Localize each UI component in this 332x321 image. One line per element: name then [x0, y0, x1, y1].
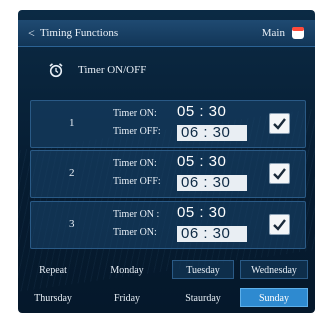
timer-enable-checkbox[interactable] — [269, 214, 290, 235]
home-icon[interactable] — [291, 26, 305, 40]
day-saturday[interactable]: Staurday — [172, 288, 234, 307]
alarm-clock-icon — [49, 63, 63, 78]
timer-on-time[interactable]: 05 : 30 — [177, 205, 249, 221]
repeat-label: Repeat — [39, 265, 67, 276]
header-bar: < Timing Functions Main — [18, 20, 315, 47]
timer-on-label: Timer ON : — [113, 209, 160, 220]
timer-on-label: Timer ON: — [113, 108, 157, 119]
timer-off-time[interactable]: 06 : 30 — [177, 226, 247, 242]
timer-on-time[interactable]: 05 : 30 — [177, 104, 249, 120]
timing-functions-panel: < Timing Functions Main Timer ON/OFF 1 T… — [18, 10, 315, 313]
timer-enable-checkbox[interactable] — [269, 163, 290, 184]
day-wednesday[interactable]: Wednesday — [240, 260, 308, 279]
day-sunday[interactable]: Sunday — [240, 288, 308, 307]
timer-enable-checkbox[interactable] — [269, 113, 290, 134]
timer-off-time[interactable]: 06 : 30 — [177, 175, 247, 191]
timer-off-label: Timer OFF: — [113, 126, 161, 137]
timer-index: 2 — [69, 167, 75, 179]
timer-index: 1 — [69, 117, 75, 129]
page-title: Timing Functions — [40, 27, 119, 39]
main-button-label[interactable]: Main — [262, 27, 285, 39]
timer-off-label: Timer OFF: — [113, 176, 161, 187]
timer-off-label: Timer ON: — [113, 227, 157, 238]
timer-row-2: 2 Timer ON: Timer OFF: 05 : 30 06 : 30 — [30, 150, 306, 198]
timer-row-3: 3 Timer ON : Timer ON: 05 : 30 06 : 30 — [30, 201, 306, 249]
day-thursday[interactable]: Thursday — [24, 288, 82, 307]
timer-on-label: Timer ON: — [113, 158, 157, 169]
back-button[interactable]: < — [28, 26, 35, 41]
timer-off-time[interactable]: 06 : 30 — [177, 125, 247, 141]
timer-index: 3 — [69, 218, 75, 230]
timer-on-time[interactable]: 05 : 30 — [177, 154, 249, 170]
day-monday[interactable]: Monday — [96, 260, 158, 279]
day-friday[interactable]: Friday — [96, 288, 158, 307]
timer-section-title: Timer ON/OFF — [78, 64, 147, 76]
day-tuesday[interactable]: Tuesday — [172, 260, 234, 279]
timer-row-1: 1 Timer ON: Timer OFF: 05 : 30 06 : 30 — [30, 100, 306, 148]
